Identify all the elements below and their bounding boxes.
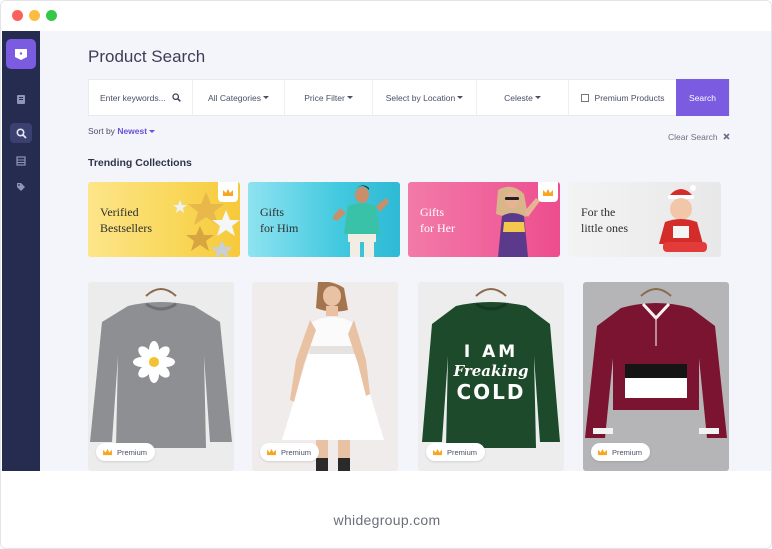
app-logo[interactable] [6, 39, 36, 69]
premium-badge-label: Premium [117, 447, 148, 457]
sidebar-item-documents[interactable] [10, 89, 32, 109]
browser-window: Product Search Enter keywords... All Cat… [0, 0, 772, 549]
premium-badge-label: Premium [281, 447, 312, 457]
collection-card[interactable]: Gifts for Him [248, 182, 400, 257]
chevron-down-icon [149, 130, 156, 134]
close-icon [723, 133, 730, 140]
minimize-window-button[interactable] [29, 10, 40, 21]
premium-badge-label: Premium [612, 447, 643, 457]
trending-heading: Trending Collections [88, 157, 192, 169]
collection-title-line: little ones [581, 221, 628, 235]
sort-value[interactable]: Newest [117, 126, 147, 136]
print-line: COLD [456, 380, 526, 404]
collection-title-line: Bestsellers [100, 221, 152, 235]
premium-products-checkbox[interactable]: Premium Products [569, 80, 676, 115]
collection-title-line: for Her [420, 221, 455, 235]
product-card[interactable]: Premium [583, 282, 729, 471]
footer-site-name: whidegroup.com [333, 512, 441, 528]
collection-title-line: for Him [260, 221, 299, 235]
clear-search-label: Clear Search [668, 132, 718, 142]
premium-products-label: Premium Products [594, 92, 665, 103]
sort-prefix: Sort by [88, 126, 115, 136]
sidebar-item-tags[interactable] [10, 177, 32, 197]
collection-title-line: Gifts [260, 205, 284, 219]
location-label: Select by Location [385, 92, 456, 103]
collection-title: For the little ones [581, 204, 628, 236]
checkbox-box[interactable] [580, 93, 589, 102]
product-card[interactable]: Premium [88, 282, 234, 471]
crown-icon [223, 188, 233, 196]
user-label: Celeste [504, 92, 533, 103]
collection-title: Verified Bestsellers [100, 204, 152, 236]
close-window-button[interactable] [12, 10, 23, 21]
premium-badge: Premium [96, 443, 156, 461]
document-icon [17, 94, 25, 104]
collection-title-line: Gifts [420, 205, 444, 219]
crown-icon [103, 448, 112, 456]
crown-icon [433, 448, 442, 456]
price-filter-dropdown[interactable]: Price Filter [285, 80, 373, 115]
product-card[interactable]: Premium [252, 282, 398, 471]
page-title: Product Search [88, 47, 206, 66]
chevron-down-icon [534, 96, 541, 99]
user-dropdown[interactable]: Celeste [477, 80, 569, 115]
search-button[interactable]: Search [676, 79, 729, 116]
footer: whidegroup.com [1, 471, 771, 548]
clear-search-link[interactable]: Clear Search [668, 132, 730, 142]
sweatshirt-print: I AM Freaking COLD [418, 342, 564, 404]
chevron-down-icon [346, 96, 353, 99]
logo-icon [15, 49, 27, 60]
app-area: Product Search Enter keywords... All Cat… [2, 31, 771, 471]
crown-icon [267, 448, 276, 456]
categories-label: All Categories [208, 92, 261, 103]
keyword-search-input[interactable]: Enter keywords... [89, 80, 193, 115]
sidebar [2, 31, 40, 471]
premium-tag [538, 182, 558, 202]
window-titlebar [1, 1, 771, 31]
collection-card[interactable]: For the little ones [569, 182, 721, 257]
collection-title: Gifts for Her [420, 204, 455, 236]
chevron-down-icon [262, 96, 269, 99]
sort-control[interactable]: Sort by Newest [88, 126, 156, 136]
search-icon [172, 93, 181, 102]
collection-card[interactable]: Gifts for Her [408, 182, 560, 257]
keyword-placeholder: Enter keywords... [100, 92, 166, 103]
premium-badge-label: Premium [447, 447, 478, 457]
premium-badge: Premium [260, 443, 320, 461]
tag-icon [17, 183, 25, 191]
collection-title-line: Verified [100, 205, 139, 219]
maximize-window-button[interactable] [46, 10, 57, 21]
print-line: Freaking [453, 362, 529, 380]
crown-icon [543, 188, 553, 196]
main-content: Product Search Enter keywords... All Cat… [40, 31, 771, 471]
search-icon [15, 127, 27, 139]
sidebar-item-search[interactable] [10, 123, 32, 143]
location-dropdown[interactable]: Select by Location [373, 80, 477, 115]
collection-card[interactable]: Verified Bestsellers [88, 182, 240, 257]
chevron-down-icon [457, 96, 464, 99]
collection-title: Gifts for Him [260, 204, 298, 236]
collection-title-line: For the [581, 205, 616, 219]
categories-dropdown[interactable]: All Categories [193, 80, 285, 115]
print-line: I AM [463, 342, 519, 362]
product-card[interactable]: I AM Freaking COLD Premium [418, 282, 564, 471]
sidebar-item-list[interactable] [10, 151, 32, 171]
search-bar: Enter keywords... All Categories Price F… [88, 79, 730, 116]
price-filter-label: Price Filter [304, 92, 345, 103]
crown-icon [598, 448, 607, 456]
premium-badge: Premium [426, 443, 486, 461]
premium-badge: Premium [591, 443, 651, 461]
premium-tag [218, 182, 238, 202]
list-icon [16, 156, 26, 166]
